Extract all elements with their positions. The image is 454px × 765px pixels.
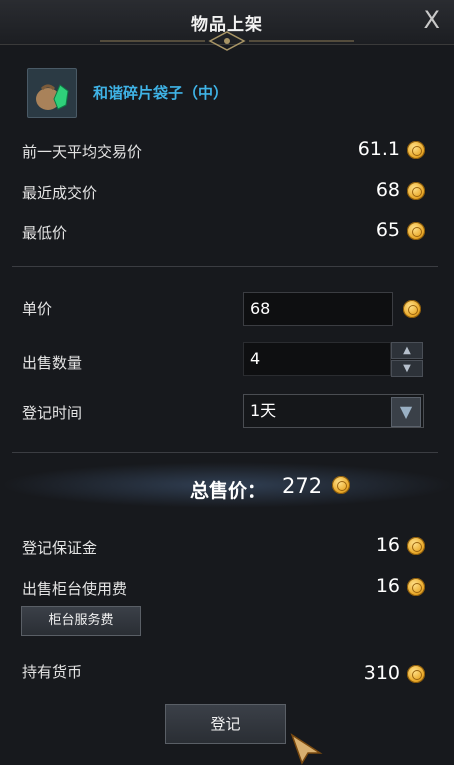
chevron-down-icon[interactable]: ▼ [391, 360, 423, 377]
mouse-cursor-icon [290, 733, 323, 765]
coin-icon [407, 537, 425, 555]
recent-price-value: 68 [375, 179, 400, 201]
quantity-stepper: ▲ ▼ [391, 342, 423, 378]
coin-icon [407, 578, 425, 596]
coin-icon [403, 300, 421, 318]
register-button[interactable]: 登记 [165, 704, 286, 744]
coin-icon [407, 141, 425, 159]
quantity-input[interactable]: 4 [243, 342, 391, 376]
duration-label: 登记时间 [22, 404, 83, 422]
wallet-value: 310 [363, 662, 400, 684]
chevron-up-icon[interactable]: ▲ [391, 342, 423, 359]
quantity-label: 出售数量 [22, 354, 83, 372]
duration-select[interactable]: 1天 ▼ [243, 394, 424, 428]
total-price-label: 总售价： [190, 480, 267, 502]
title-ornament [100, 31, 354, 51]
unit-price-label: 单价 [22, 300, 53, 318]
coin-icon [407, 222, 425, 240]
counter-service-button[interactable]: 柜台服务费 [21, 606, 141, 636]
close-icon[interactable]: X [424, 6, 440, 34]
divider [12, 266, 438, 267]
chevron-down-icon[interactable]: ▼ [391, 397, 421, 427]
coin-icon [407, 182, 425, 200]
deposit-value: 16 [375, 534, 400, 556]
unit-price-input[interactable]: 68 [243, 292, 393, 326]
counter-fee-label: 出售柜台使用费 [22, 580, 128, 598]
counter-fee-value: 16 [375, 575, 400, 597]
coin-icon [332, 476, 350, 494]
deposit-label: 登记保证金 [22, 539, 98, 557]
coin-icon [407, 665, 425, 683]
divider [12, 452, 438, 453]
pouch-with-green-crystal-icon [27, 68, 77, 118]
item-name: 和谐碎片袋子（中） [93, 84, 229, 102]
total-price-value: 272 [282, 474, 323, 498]
min-price-label: 最低价 [22, 224, 68, 242]
duration-value: 1天 [250, 401, 277, 420]
avg-price-value: 61.1 [357, 138, 400, 160]
avg-price-label: 前一天平均交易价 [22, 143, 143, 161]
recent-price-label: 最近成交价 [22, 184, 98, 202]
wallet-label: 持有货币 [22, 663, 83, 681]
min-price-value: 65 [375, 219, 400, 241]
